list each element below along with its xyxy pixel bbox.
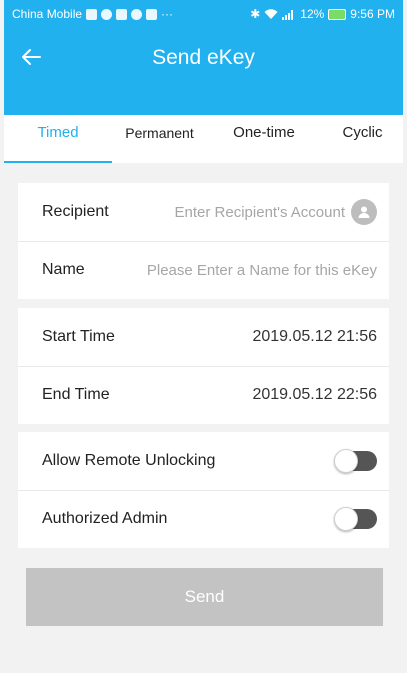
name-input[interactable] (84, 261, 377, 279)
start-time-row[interactable]: Start Time 2019.05.12 21:56 (18, 308, 389, 366)
message-notification-icon (116, 8, 128, 20)
toggle-knob (334, 507, 358, 531)
allow-remote-unlocking-label: Allow Remote Unlocking (42, 452, 216, 469)
authorized-admin-toggle[interactable] (334, 507, 377, 531)
recipient-row: Recipient (18, 183, 389, 241)
time-group: Start Time 2019.05.12 21:56 End Time 201… (18, 308, 389, 424)
allow-remote-unlocking-toggle[interactable] (334, 449, 377, 473)
active-tab-indicator (4, 161, 112, 163)
allow-remote-unlocking-row: Allow Remote Unlocking (18, 432, 389, 490)
notification-icon (86, 8, 98, 20)
header: China Mobile ··· ✱ 12% 9:56 PM Send eKey (4, 0, 403, 115)
options-group: Allow Remote Unlocking Authorized Admin (18, 432, 389, 548)
tab-cyclic[interactable]: Cyclic (322, 115, 403, 163)
nav-bar: Send eKey (4, 28, 403, 88)
start-time-label: Start Time (42, 328, 115, 345)
toggle-knob (334, 449, 358, 473)
location-icon (146, 8, 158, 20)
status-bar-left: China Mobile ··· (12, 7, 173, 21)
start-time-value[interactable]: 2019.05.12 21:56 (252, 328, 377, 346)
wifi-icon (264, 8, 278, 19)
battery-percent: 12% (300, 7, 325, 21)
tab-permanent[interactable]: Permanent (112, 115, 207, 163)
end-time-value[interactable]: 2019.05.12 22:56 (252, 386, 377, 404)
end-time-row[interactable]: End Time 2019.05.12 22:56 (18, 366, 389, 424)
battery-icon (328, 8, 347, 20)
bluetooth-icon: ✱ (250, 7, 261, 21)
back-button[interactable] (16, 42, 46, 72)
name-row: Name (18, 241, 389, 299)
status-bar: China Mobile ··· ✱ 12% 9:56 PM (4, 0, 403, 28)
signal-icon (282, 9, 294, 20)
app-notification-icon (101, 8, 113, 20)
tab-bar: Timed Permanent One-time Cyclic (4, 115, 403, 163)
recipient-group: Recipient Name (18, 183, 389, 299)
end-time-label: End Time (42, 386, 110, 403)
sync-icon (131, 8, 143, 20)
authorized-admin-row: Authorized Admin (18, 490, 389, 548)
contact-icon[interactable] (351, 199, 377, 225)
recipient-label: Recipient (42, 203, 109, 220)
authorized-admin-label: Authorized Admin (42, 510, 168, 527)
back-arrow-icon (22, 49, 41, 65)
status-bar-right: ✱ 12% 9:56 PM (250, 7, 395, 21)
recipient-input[interactable] (108, 203, 345, 221)
carrier-name: China Mobile (12, 7, 83, 21)
app-screen: China Mobile ··· ✱ 12% 9:56 PM Send eKey… (4, 0, 403, 673)
send-button[interactable]: Send (26, 568, 383, 626)
page-title: Send eKey (152, 46, 255, 69)
tab-timed[interactable]: Timed (4, 115, 112, 163)
person-icon (358, 206, 370, 218)
clock: 9:56 PM (350, 7, 395, 21)
tab-one-time[interactable]: One-time (214, 115, 314, 163)
name-label: Name (42, 261, 85, 278)
more-notifications-icon: ··· (161, 7, 174, 21)
